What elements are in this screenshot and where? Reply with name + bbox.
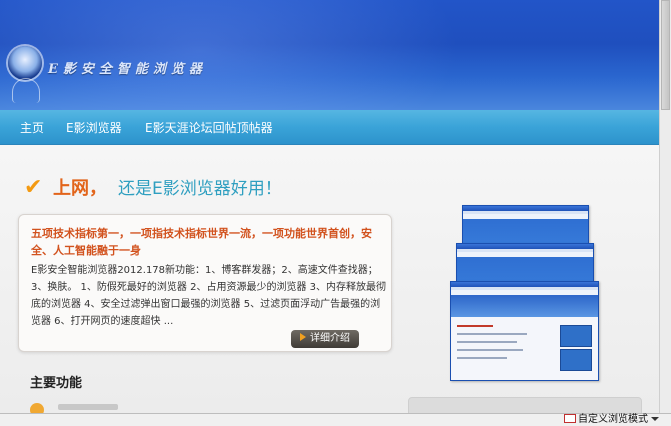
checkmark-icon: ✔ (24, 175, 43, 200)
screenshot-window-front (450, 281, 599, 381)
screenshot-stack (450, 205, 600, 381)
intro-title: 五项技术指标第一，一项指技术指标世界一流，一项功能世界首创，安全、人工智能融于一… (31, 227, 372, 257)
globe-logo-icon[interactable] (8, 46, 42, 80)
slogan-lead: 上网， (53, 178, 107, 199)
intro-card: 五项技术指标第一，一项指技术指标世界一流，一项功能世界首创，安全、人工智能融于一… (18, 214, 392, 352)
chevron-down-icon (651, 417, 659, 421)
details-button[interactable]: 详细介绍 (291, 330, 359, 348)
play-triangle-icon (300, 333, 306, 341)
header-glow (0, 0, 460, 110)
browse-mode-label: 自定义浏览模式 (578, 414, 648, 425)
intro-text: E影安全智能浏览器2012.178新功能：1、博客群发器；2、高速文件查找器；3… (31, 265, 386, 327)
nav-item-browser[interactable]: E影浏览器 (66, 119, 122, 136)
main-nav: 主页 E影浏览器 E影天涯论坛回帖顶帖器 (0, 110, 660, 145)
person-outline-icon (12, 78, 40, 103)
browse-mode-selector[interactable]: 自定义浏览模式 (564, 414, 659, 426)
status-bar: 自定义浏览模式 (0, 413, 671, 426)
details-button-label: 详细介绍 (310, 333, 350, 344)
feature-item-cut (58, 404, 118, 410)
features-heading: 主要功能 (30, 376, 83, 391)
slogan-sub: 还是E影浏览器好用！ (118, 179, 282, 199)
nav-item-home[interactable]: 主页 (20, 119, 44, 136)
main-content: ✔ 上网， 还是E影浏览器好用！ 五项技术指标第一，一项指技术指标世界一流，一项… (0, 145, 660, 419)
brand-name[interactable]: E影安全智能浏览器 (48, 58, 207, 77)
scrollbar-thumb[interactable] (661, 0, 670, 110)
nav-item-forum-tool[interactable]: E影天涯论坛回帖顶帖器 (145, 119, 273, 136)
site-header: E影安全智能浏览器 (0, 0, 660, 110)
browse-mode-icon (564, 414, 576, 423)
vertical-scrollbar[interactable] (659, 0, 671, 413)
